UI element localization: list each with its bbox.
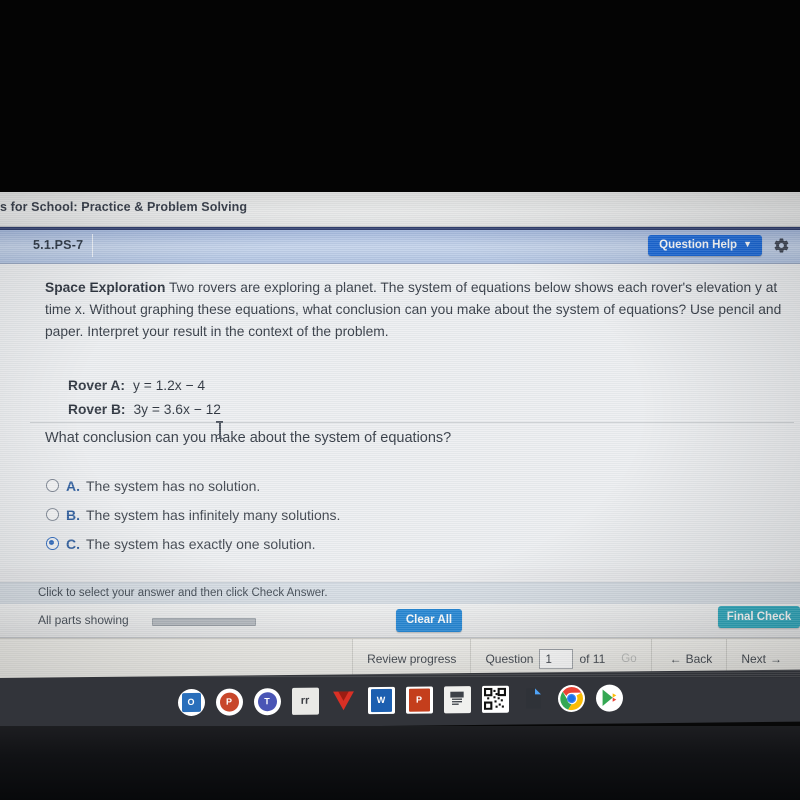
section-divider xyxy=(30,422,794,423)
text-cursor xyxy=(216,421,223,439)
radio-button-c[interactable] xyxy=(46,537,59,550)
question-prompt: Space Exploration Two rovers are explori… xyxy=(45,277,793,343)
radio-button-b[interactable] xyxy=(46,508,59,521)
parts-progress-slider[interactable] xyxy=(152,618,256,626)
browser-title-bar: s for School: Practice & Problem Solving xyxy=(0,192,800,227)
choice-label-b: The system has infinitely many solutions… xyxy=(86,506,341,523)
monitor-screen: s for School: Practice & Problem Solving… xyxy=(0,192,800,678)
question-number-label: Question xyxy=(485,652,534,666)
choice-key-a: A. xyxy=(66,477,80,494)
answer-choice-list: A. The system has no solution. B. The sy… xyxy=(46,471,340,558)
google-play-store-icon[interactable] xyxy=(595,683,623,712)
next-label: Next xyxy=(741,652,766,666)
schoology-doc-icon[interactable] xyxy=(443,685,471,713)
exercise-header-bar: 5.1.PS-7 Question Help ▼ xyxy=(0,227,800,264)
files-app-icon[interactable] xyxy=(520,685,547,712)
sub-question-text: What conclusion can you make about the s… xyxy=(45,430,452,446)
instruction-text: Click to select your answer and then cli… xyxy=(38,587,328,599)
answer-choice-c[interactable]: C. The system has exactly one solution. xyxy=(46,529,340,558)
equation-label: Rover A: xyxy=(68,378,125,393)
equation-expression: 3y = 3.6x − 12 xyxy=(133,402,221,417)
microsoft-powerpoint-round-icon[interactable]: P xyxy=(215,687,243,716)
qr-code-icon[interactable] xyxy=(481,685,509,713)
gear-icon[interactable] xyxy=(773,237,790,254)
microsoft-outlook-icon[interactable]: O xyxy=(177,688,205,716)
microsoft-word-icon[interactable]: W xyxy=(367,686,395,714)
letterbox-top xyxy=(0,0,800,192)
question-help-button[interactable]: Question Help ▼ xyxy=(648,235,762,256)
equation-list: Rover A: y = 1.2x − 4 Rover B: 3y = 3.6x −… xyxy=(68,374,221,422)
exercise-id: 5.1.PS-7 xyxy=(33,238,84,252)
letterbox-bottom xyxy=(0,726,800,800)
instruction-bar: Click to select your answer and then cli… xyxy=(0,582,800,605)
answer-choice-a[interactable]: A. The system has no solution. xyxy=(46,471,340,500)
go-button[interactable]: Go xyxy=(621,653,636,665)
equation-row: Rover B: 3y = 3.6x − 12 xyxy=(68,398,221,422)
equation-expression: y = 1.2x − 4 xyxy=(133,378,206,393)
arrow-left-icon: ← xyxy=(669,652,682,666)
clear-all-button[interactable]: Clear All xyxy=(396,609,462,632)
taskbar-icons: O P T rr W P xyxy=(0,670,800,730)
taskbar: O P T rr W P xyxy=(0,669,800,730)
final-check-button[interactable]: Final Check xyxy=(718,606,800,628)
choice-key-b: B. xyxy=(66,506,80,523)
choice-label-c: The system has exactly one solution. xyxy=(86,535,316,552)
equation-label: Rover B: xyxy=(68,402,126,417)
question-help-label: Question Help xyxy=(659,239,738,251)
question-body: Space Exploration Two rovers are explori… xyxy=(0,264,800,569)
microsoft-powerpoint-icon[interactable]: P xyxy=(405,685,433,714)
red-check-v-icon[interactable] xyxy=(330,687,357,714)
question-number-input[interactable]: 1 xyxy=(539,649,574,669)
browser-tab-title[interactable]: s for School: Practice & Problem Solving xyxy=(0,200,247,214)
answer-choice-b[interactable]: B. The system has infinitely many soluti… xyxy=(46,500,340,529)
question-lead-in: Space Exploration xyxy=(45,280,166,295)
question-total-label: of 11 xyxy=(579,652,606,666)
chevron-down-icon: ▼ xyxy=(743,239,752,249)
arrow-right-icon: → xyxy=(770,652,782,666)
all-parts-showing-label: All parts showing xyxy=(38,613,129,627)
back-label: Back xyxy=(685,652,713,666)
screen-photo: s for School: Practice & Problem Solving… xyxy=(0,0,800,800)
choice-key-c: C. xyxy=(66,535,80,552)
choice-label-a: The system has no solution. xyxy=(86,477,261,494)
radio-button-a[interactable] xyxy=(46,479,59,492)
notes-document-icon[interactable]: rr xyxy=(291,687,319,715)
header-divider xyxy=(92,234,93,257)
action-bar: All parts showing Clear All Final Check xyxy=(0,604,800,638)
google-chrome-icon[interactable] xyxy=(557,684,585,712)
review-progress-button[interactable]: Review progress xyxy=(352,639,471,678)
microsoft-teams-icon[interactable]: T xyxy=(253,687,281,715)
equation-row: Rover A: y = 1.2x − 4 xyxy=(68,374,221,398)
